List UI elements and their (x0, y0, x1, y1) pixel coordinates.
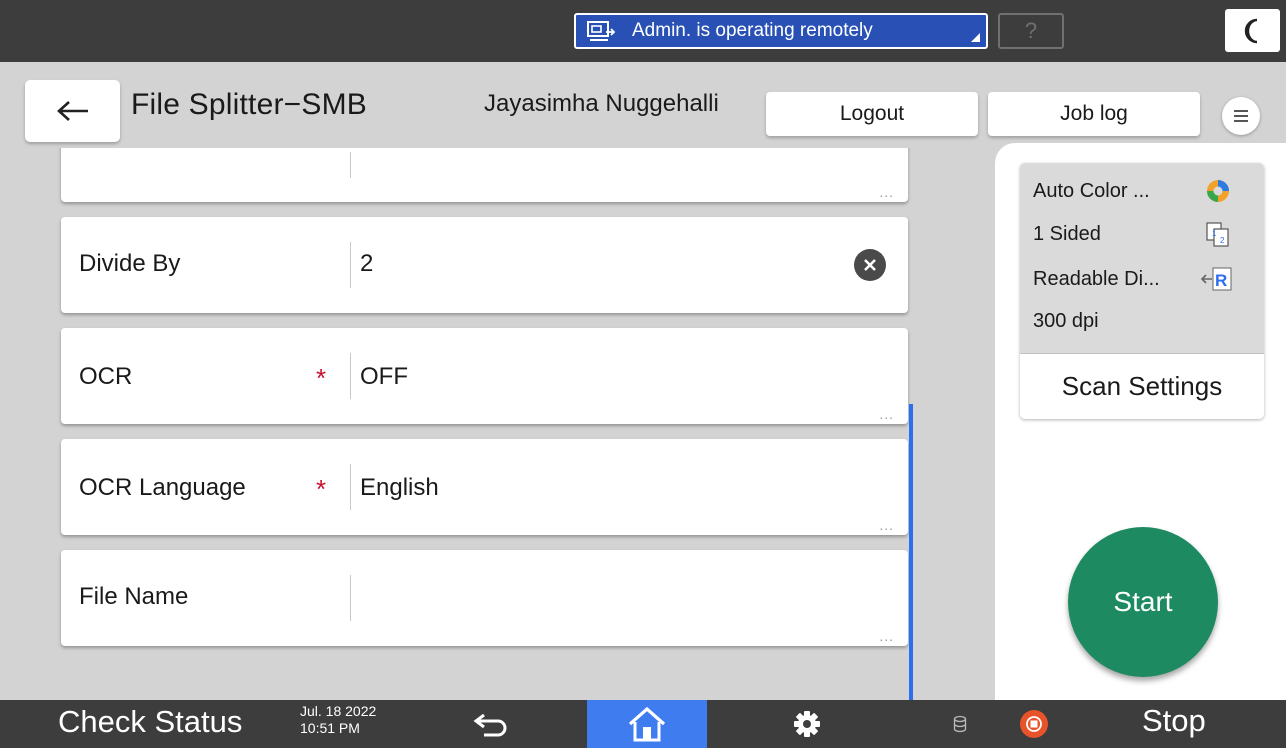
stop-label: Stop (1142, 703, 1206, 738)
start-button[interactable]: Start (1068, 527, 1218, 677)
svg-text:2: 2 (1220, 236, 1225, 245)
svg-text:R: R (1215, 271, 1227, 290)
more-options-icon[interactable]: ... (879, 406, 894, 422)
system-top-bar: Admin. is operating remotely ? (0, 0, 1286, 62)
divide-by-value[interactable]: 2 (360, 250, 373, 278)
field-divide-by[interactable]: Divide By 2 (61, 217, 908, 313)
job-log-button[interactable]: Job log (988, 92, 1200, 136)
stop-button[interactable]: Stop (1000, 700, 1286, 748)
user-name: Jayasimha Nuggehalli (484, 90, 719, 117)
logout-button[interactable]: Logout (766, 92, 978, 136)
more-options-icon[interactable]: ... (879, 628, 894, 644)
form-field-partial[interactable]: ... (61, 148, 908, 202)
ocr-language-value[interactable]: English (360, 474, 439, 502)
field-ocr-language[interactable]: OCR Language * English ... (61, 439, 908, 535)
remote-operation-status[interactable]: Admin. is operating remotely (574, 13, 988, 49)
one-sided-icon: 1 2 (1206, 222, 1229, 247)
setting-resolution: 300 dpi (1033, 310, 1099, 332)
settings-button[interactable] (782, 700, 832, 748)
stop-octagon-icon (1026, 716, 1042, 732)
field-separator (350, 575, 351, 621)
field-label: File Name (79, 583, 189, 610)
setting-color-mode: Auto Color ... (1033, 180, 1150, 202)
help-button[interactable]: ? (998, 13, 1064, 49)
field-separator (350, 152, 351, 178)
clear-x-icon (864, 259, 876, 271)
field-label: OCR Language (79, 474, 246, 501)
more-options-icon[interactable]: ... (879, 184, 894, 200)
scan-settings-button[interactable]: Scan Settings (1020, 353, 1264, 419)
back-button[interactable] (25, 80, 120, 142)
more-options-icon[interactable]: ... (879, 517, 894, 533)
required-mark: * (316, 474, 327, 504)
dropdown-corner-icon (971, 33, 980, 42)
time-text: 10:51 PM (300, 720, 360, 736)
required-mark: * (316, 363, 327, 393)
database-icon (953, 715, 967, 733)
field-ocr[interactable]: OCR * OFF ... (61, 328, 908, 424)
svg-text:1: 1 (1212, 229, 1217, 238)
setting-sides: 1 Sided (1033, 223, 1101, 245)
setting-orientation: Readable Di... (1033, 268, 1160, 290)
clear-value-button[interactable] (854, 249, 886, 281)
field-separator (350, 464, 351, 510)
return-arrow-icon (473, 713, 507, 737)
main-menu-button[interactable] (1222, 97, 1260, 135)
home-icon (628, 706, 666, 742)
system-bottom-bar: Check Status Jul. 18 2022 10:51 PM Stop (0, 700, 1286, 748)
remote-status-text: Admin. is operating remotely (632, 20, 873, 41)
check-status-button[interactable]: Check Status (58, 704, 242, 740)
storage-indicator (948, 700, 972, 748)
arrow-left-icon (56, 101, 88, 121)
ocr-value[interactable]: OFF (360, 363, 408, 391)
back-nav-button[interactable] (462, 700, 522, 748)
scan-settings-list: Auto Color ... 1 Sided 1 2 Readable Di..… (1020, 163, 1264, 353)
field-separator (350, 242, 351, 288)
hamburger-menu-icon (1234, 110, 1248, 122)
scroll-indicator[interactable] (909, 404, 913, 700)
field-label: OCR (79, 363, 133, 390)
settings-form-list[interactable]: ... Divide By 2 OCR * OFF ... OCR Langua… (0, 148, 995, 700)
field-label: Divide By (79, 250, 181, 277)
home-button[interactable] (587, 700, 707, 748)
scan-settings-summary[interactable]: Auto Color ... 1 Sided 1 2 Readable Di..… (1020, 163, 1264, 419)
field-separator (350, 353, 351, 399)
page-title: File Splitter−SMB (131, 88, 367, 121)
date-time: Jul. 18 2022 10:51 PM (300, 703, 376, 737)
readable-direction-icon: R (1200, 267, 1232, 291)
field-file-name[interactable]: File Name ... (61, 550, 908, 646)
moon-icon (1244, 18, 1257, 43)
gear-icon (794, 711, 820, 737)
date-text: Jul. 18 2022 (300, 703, 377, 719)
auto-color-icon (1207, 180, 1229, 202)
remote-operation-icon (587, 21, 616, 41)
stop-icon (1020, 710, 1048, 738)
night-mode-button[interactable] (1225, 9, 1280, 52)
